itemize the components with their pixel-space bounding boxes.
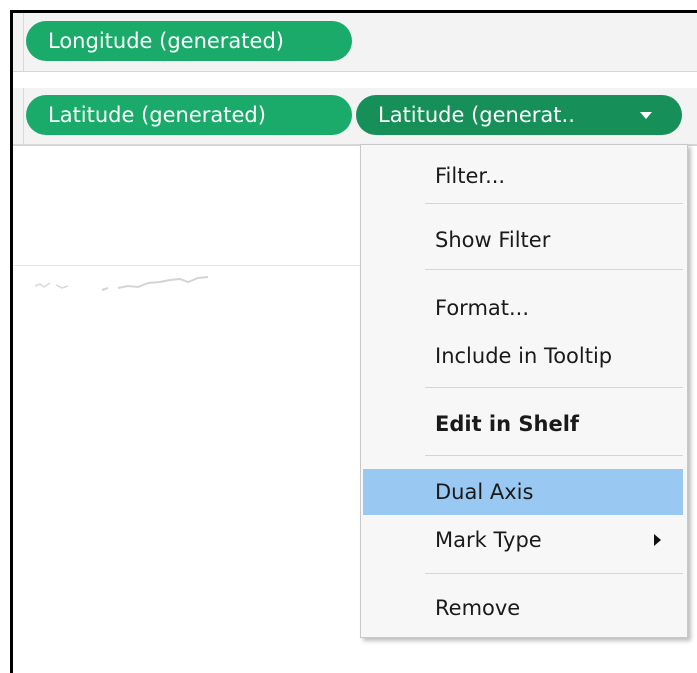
menu-separator <box>425 455 683 456</box>
menu-item-include-in-tooltip[interactable]: Include in Tooltip <box>363 333 683 379</box>
menu-separator <box>425 387 683 388</box>
shelf-gap <box>13 72 697 87</box>
pill-context-menu: Filter... Show Filter Format... Include … <box>360 144 688 638</box>
menu-item-format[interactable]: Format... <box>363 285 683 331</box>
pill-label: Latitude (generat.. <box>378 103 575 127</box>
view-divider <box>13 265 361 266</box>
menu-item-remove[interactable]: Remove <box>363 585 683 631</box>
chevron-right-icon <box>654 534 661 546</box>
map-preview-icon <box>34 276 209 291</box>
menu-item-label: Mark Type <box>435 528 542 552</box>
menu-item-show-filter[interactable]: Show Filter <box>363 217 683 263</box>
pill-label: Longitude (generated) <box>48 29 284 53</box>
pill-latitude-generated[interactable]: Latitude (generated) <box>26 95 352 135</box>
pill-label: Latitude (generated) <box>48 103 266 127</box>
shelf-edge <box>13 88 24 144</box>
menu-item-dual-axis[interactable]: Dual Axis <box>363 469 683 515</box>
chevron-down-icon[interactable] <box>640 112 652 119</box>
pill-longitude-generated[interactable]: Longitude (generated) <box>26 21 352 61</box>
menu-separator <box>425 203 683 204</box>
pill-latitude-generated-active[interactable]: Latitude (generat.. <box>356 95 682 135</box>
menu-separator <box>425 573 683 574</box>
menu-item-filter[interactable]: Filter... <box>363 153 683 199</box>
menu-item-edit-in-shelf[interactable]: Edit in Shelf <box>363 401 683 447</box>
menu-item-mark-type[interactable]: Mark Type <box>363 517 683 563</box>
shelf-edge <box>13 13 24 71</box>
menu-separator <box>425 269 683 270</box>
